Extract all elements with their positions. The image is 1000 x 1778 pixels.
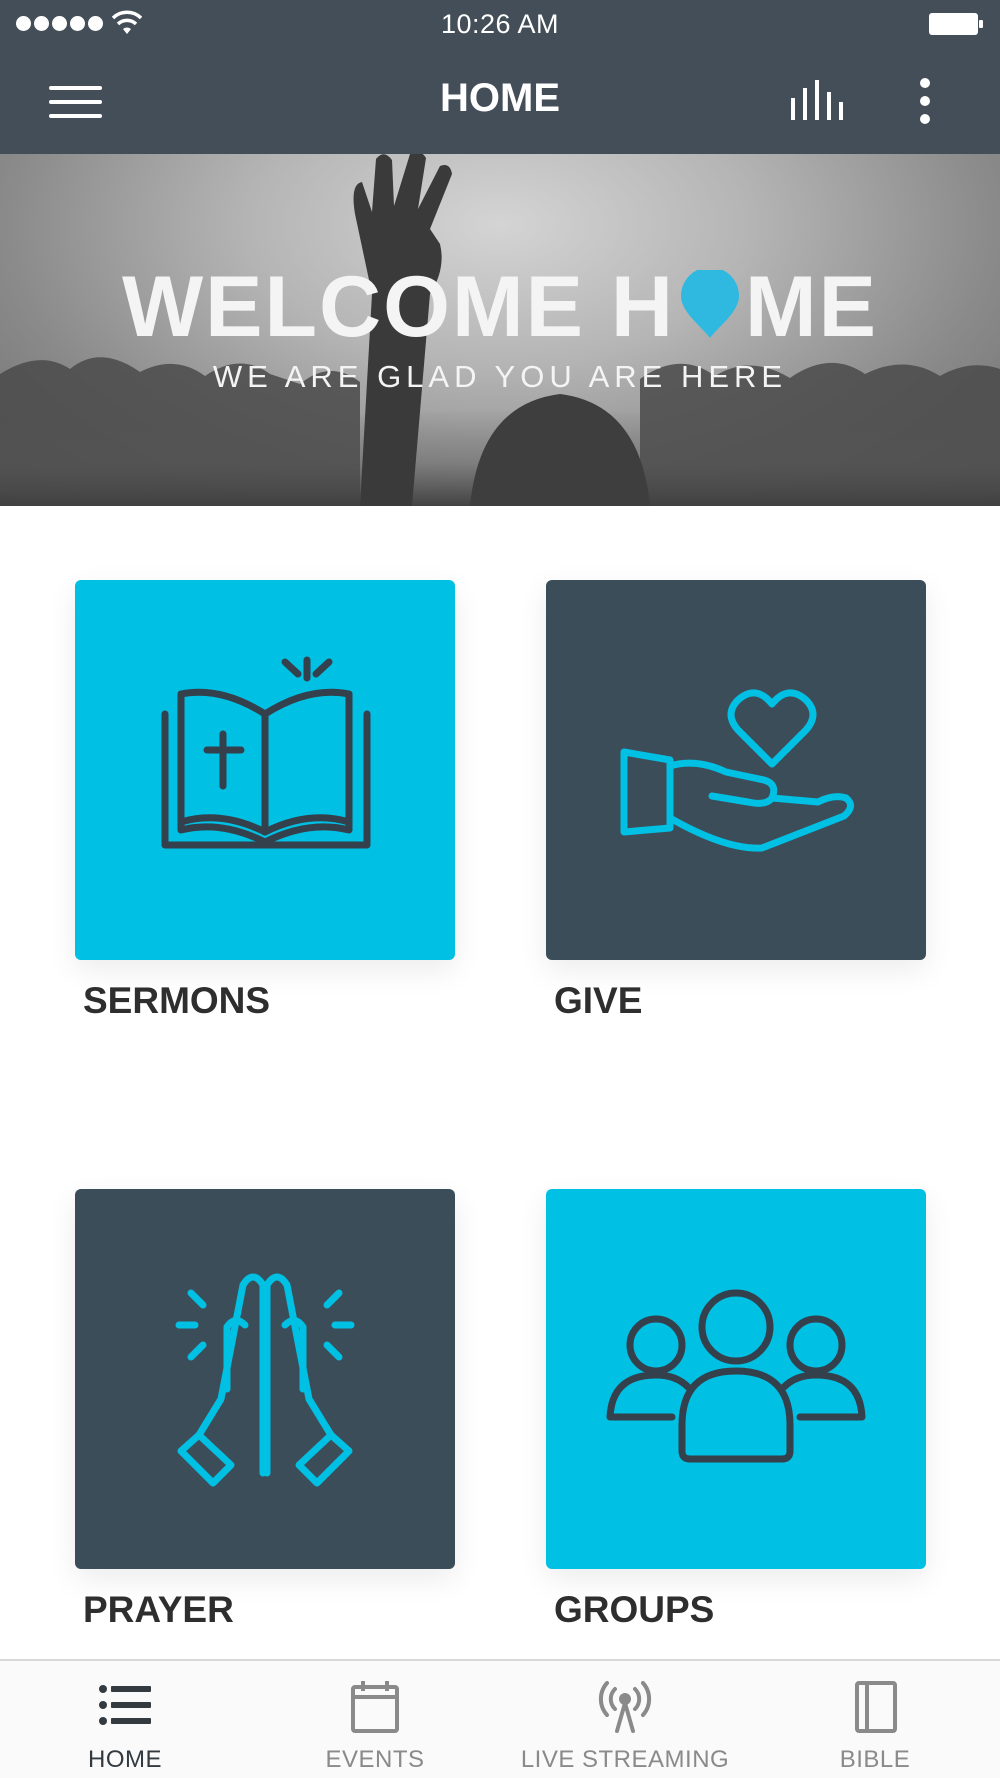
banner-title-part2: ME — [745, 259, 879, 355]
tab-home[interactable]: HOME — [0, 1661, 250, 1778]
praying-hands-icon — [175, 1273, 355, 1487]
bottom-tab-bar: HOME EVENTS LIVE STREAMING BIBLE — [0, 1659, 1000, 1778]
prayer-tile[interactable] — [75, 1189, 455, 1569]
broadcast-icon — [598, 1681, 652, 1733]
banner-subtitle: WE ARE GLAD YOU ARE HERE — [212, 359, 788, 394]
location-pin-icon — [681, 270, 740, 338]
give-label[interactable]: GIVE — [554, 980, 642, 1022]
sermons-label[interactable]: SERMONS — [83, 980, 270, 1022]
groups-label[interactable]: GROUPS — [554, 1589, 714, 1631]
equalizer-icon[interactable] — [784, 76, 848, 126]
banner-title-part1: WELCOME H — [121, 259, 676, 355]
tab-events-label: EVENTS — [325, 1746, 425, 1773]
tab-events[interactable]: EVENTS — [250, 1661, 500, 1778]
prayer-label[interactable]: PRAYER — [83, 1589, 234, 1631]
tab-live-streaming-label: LIVE STREAMING — [520, 1746, 730, 1773]
tab-home-label: HOME — [88, 1746, 162, 1773]
tab-live-streaming[interactable]: LIVE STREAMING — [500, 1661, 750, 1778]
banner-title: WELCOME H ME — [0, 262, 1000, 352]
battery-icon — [929, 13, 983, 35]
book-icon — [855, 1681, 897, 1733]
sermons-tile[interactable] — [75, 580, 455, 960]
page-title: HOME — [440, 76, 560, 120]
groups-tile[interactable] — [546, 1189, 926, 1569]
top-app-bar: HOME — [0, 50, 1000, 154]
calendar-icon — [351, 1681, 399, 1733]
group-icon — [606, 1289, 866, 1463]
more-options-button[interactable] — [902, 74, 946, 130]
status-bar: 10:26 AM — [0, 0, 1000, 50]
welcome-banner: WELCOME H ME WE ARE GLAD YOU ARE HERE — [0, 154, 1000, 506]
giving-hand-icon — [620, 689, 854, 852]
give-tile[interactable] — [546, 580, 926, 960]
list-icon — [99, 1685, 151, 1725]
status-time: 10:26 AM — [440, 9, 560, 39]
bible-icon — [161, 656, 371, 849]
tab-bible-label: BIBLE — [839, 1746, 911, 1773]
tab-bible[interactable]: BIBLE — [750, 1661, 1000, 1778]
